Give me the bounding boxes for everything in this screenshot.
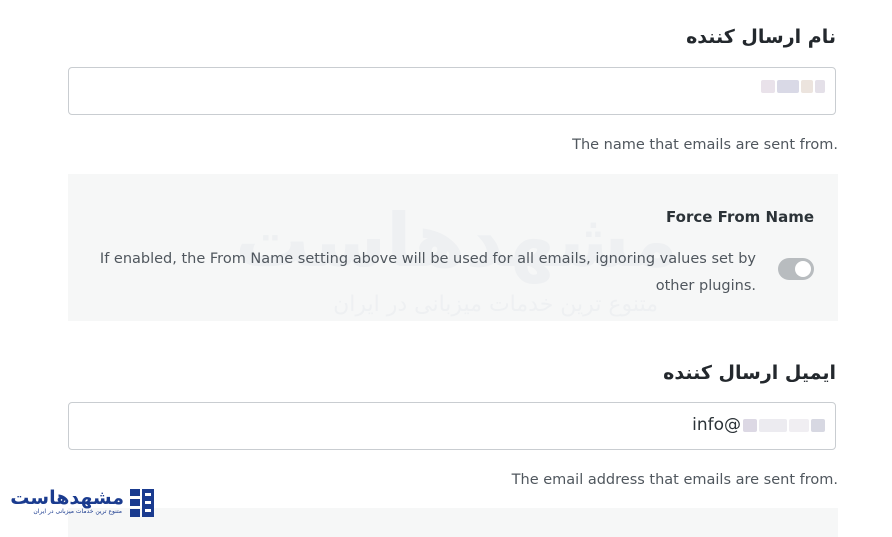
from-name-help: The name that emails are sent from.: [572, 137, 838, 153]
force-from-name-title: Force From Name: [666, 208, 814, 226]
from-email-help: The email address that emails are sent f…: [511, 472, 838, 488]
next-settings-panel: [68, 508, 838, 537]
brand-logo: مشهدهاست متنوع ترین خدمات میزبانی در ایر…: [10, 487, 154, 521]
from-email-label: ایمیل ارسال کننده: [663, 362, 836, 384]
force-from-name-toggle[interactable]: [778, 258, 814, 280]
from-email-value: info@: [692, 415, 825, 435]
from-name-input[interactable]: [68, 67, 836, 115]
brand-logo-tagline: متنوع ترین خدمات میزبانی در ایران: [33, 508, 122, 515]
brand-logo-text: مشهدهاست: [10, 487, 124, 509]
from-email-input[interactable]: info@: [68, 402, 836, 450]
brand-logo-mark-icon: [130, 489, 154, 517]
toggle-knob: [795, 261, 811, 277]
from-name-value-redacted: [761, 80, 825, 93]
force-from-name-description: If enabled, the From Name setting above …: [99, 251, 756, 294]
from-email-prefix: info@: [692, 415, 741, 435]
force-from-name-panel: مشهدهاست متنوع ترین خدمات میزبانی در ایر…: [68, 174, 838, 321]
from-name-label: نام ارسال کننده: [686, 26, 836, 48]
